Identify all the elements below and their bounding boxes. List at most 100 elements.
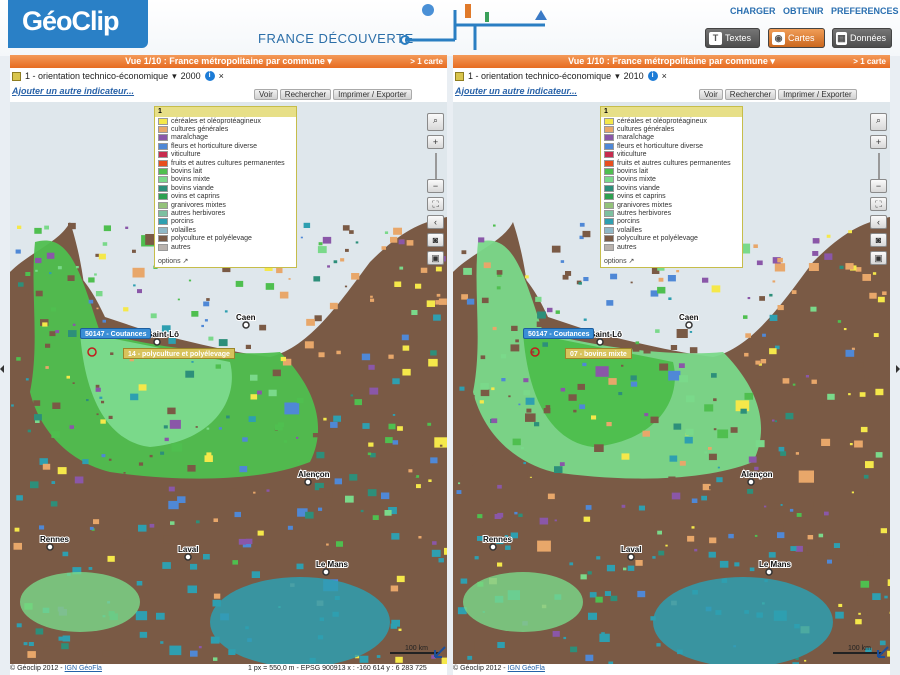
nav-charger[interactable]: CHARGER [730, 6, 776, 16]
legend-item[interactable]: granivores mixtes [601, 201, 742, 209]
panel-title-bar[interactable]: Vue 1/10 : France métropolitaine par com… [10, 55, 447, 68]
year-select[interactable]: 2010 [624, 71, 644, 81]
legend-item[interactable]: viticulture [155, 151, 296, 159]
legend-item[interactable]: cultures générales [601, 125, 742, 134]
zoom-in-button[interactable]: + [870, 135, 887, 149]
camera-icon[interactable]: ◙ [427, 233, 444, 247]
layers-icon[interactable]: ▣ [427, 251, 444, 265]
donnees-button[interactable]: ▦ Données [832, 28, 892, 48]
indicator-label[interactable]: 1 - orientation technico-économique [468, 71, 611, 81]
legend-label: granivores mixtes [617, 201, 672, 209]
commune-patch [622, 538, 632, 545]
legend-item[interactable]: porcins [155, 218, 296, 226]
legend-item[interactable]: bovins viande [155, 184, 296, 192]
commune-patch [102, 319, 106, 323]
commune-patch [678, 363, 685, 368]
legend-item[interactable]: autres herbivores [601, 209, 742, 217]
menu-voir[interactable]: Voir [254, 89, 278, 100]
legend-item[interactable]: viticulture [601, 151, 742, 159]
ign-geofla-link[interactable]: IGN GéoFla [65, 665, 102, 672]
legend-swatch [604, 126, 614, 134]
zoom-out-button[interactable]: − [427, 179, 444, 193]
close-icon[interactable]: × [662, 71, 667, 81]
right-collapse-arrow-icon[interactable] [896, 360, 900, 373]
ign-geofla-link[interactable]: IGN GéoFla [508, 665, 545, 672]
legend-item[interactable]: fruits et autres cultures permanentes [601, 159, 742, 167]
nav-obtenir[interactable]: OBTENIR [783, 6, 824, 16]
add-indicator-link[interactable]: Ajouter un autre indicateur... [455, 86, 577, 96]
legend-item[interactable]: polyculture et polyélevage [601, 234, 742, 243]
legend-item[interactable]: bovins viande [601, 184, 742, 192]
indicator-label[interactable]: 1 - orientation technico-économique [25, 71, 168, 81]
legend-item[interactable]: céréales et oléoprotéagineux [155, 117, 296, 125]
panel-title-bar[interactable]: Vue 1/10 : France métropolitaine par com… [453, 55, 890, 68]
legend-item[interactable]: autres [601, 243, 742, 251]
legend-options-link[interactable]: options ↗ [604, 257, 634, 265]
left-collapse-arrow-icon[interactable] [0, 360, 4, 373]
menu-rechercher[interactable]: Rechercher [279, 89, 332, 100]
menu-rechercher[interactable]: Rechercher [724, 89, 777, 100]
layers-icon[interactable]: ▣ [870, 251, 887, 265]
legend-item[interactable]: volailles [155, 226, 296, 234]
commune-patch [253, 491, 256, 494]
legend-item[interactable]: fleurs et horticulture diverse [601, 142, 742, 150]
zoom-search-icon[interactable]: ⌕ [427, 113, 444, 131]
commune-patch [441, 657, 447, 664]
cartes-button[interactable]: ◉ Cartes [768, 28, 825, 48]
collapse-icon[interactable]: ‹ [427, 215, 444, 229]
year-select[interactable]: 2000 [181, 71, 201, 81]
legend-item[interactable]: ovins et caprins [601, 193, 742, 201]
info-icon[interactable]: i [204, 71, 215, 81]
commune-patch [39, 525, 45, 530]
legend-item[interactable]: ovins et caprins [155, 193, 296, 201]
legend-options-link[interactable]: options ↗ [158, 257, 188, 265]
commune-patch [398, 239, 405, 245]
textes-button[interactable]: T Textes [705, 28, 760, 48]
collapse-icon[interactable]: ‹ [870, 215, 887, 229]
legend-item[interactable]: maraîchage [601, 134, 742, 142]
nav-preferences[interactable]: PREFERENCES [831, 6, 899, 16]
legend-item[interactable]: maraîchage [155, 134, 296, 142]
menu-imprimer-exporter[interactable]: Imprimer / Exporter [333, 89, 412, 100]
legend-label: polyculture et polyélevage [617, 235, 698, 243]
map-count[interactable]: > 1 carte [853, 55, 886, 68]
zoom-slider[interactable] [435, 153, 445, 179]
fullscreen-icon[interactable]: ⛶ [870, 197, 887, 211]
year-dropdown-icon[interactable]: ▾ [615, 71, 620, 82]
legend-item[interactable]: bovins mixte [601, 176, 742, 184]
menu-imprimer-exporter[interactable]: Imprimer / Exporter [778, 89, 857, 100]
legend-item[interactable]: cultures générales [155, 125, 296, 134]
legend-item[interactable]: bovins lait [155, 167, 296, 176]
zoom-out-button[interactable]: − [870, 179, 887, 193]
menu-voir[interactable]: Voir [699, 89, 723, 100]
commune-patch [45, 343, 51, 348]
legend-item[interactable]: fruits et autres cultures permanentes [155, 159, 296, 167]
geoclip-logo[interactable]: GéoClip [8, 0, 148, 48]
legend-item[interactable]: polyculture et polyélevage [155, 234, 296, 243]
info-icon[interactable]: i [647, 71, 658, 81]
legend-item[interactable]: fleurs et horticulture diverse [155, 142, 296, 150]
zoom-slider[interactable] [878, 153, 888, 179]
year-dropdown-icon[interactable]: ▾ [172, 71, 177, 82]
commune-patch [772, 419, 775, 422]
legend-item[interactable]: céréales et oléoprotéagineux [601, 117, 742, 125]
zoom-search-icon[interactable]: ⌕ [870, 113, 887, 131]
fullscreen-icon[interactable]: ⛶ [427, 197, 444, 211]
commune-patch [621, 504, 626, 508]
close-icon[interactable]: × [219, 71, 224, 81]
legend-item[interactable]: volailles [601, 226, 742, 234]
commune-patch [162, 562, 171, 569]
legend-item[interactable]: autres herbivores [155, 209, 296, 217]
legend-item[interactable]: porcins [601, 218, 742, 226]
legend-item[interactable]: bovins lait [601, 167, 742, 176]
legend-item[interactable]: bovins mixte [155, 176, 296, 184]
legend-label: volailles [171, 226, 196, 234]
zoom-in-button[interactable]: + [427, 135, 444, 149]
legend-item[interactable]: autres [155, 243, 296, 251]
legend-swatch [158, 134, 168, 142]
legend-item[interactable]: granivores mixtes [155, 201, 296, 209]
city-dot [322, 568, 330, 576]
map-count[interactable]: > 1 carte [410, 55, 443, 68]
camera-icon[interactable]: ◙ [870, 233, 887, 247]
add-indicator-link[interactable]: Ajouter un autre indicateur... [12, 86, 134, 96]
